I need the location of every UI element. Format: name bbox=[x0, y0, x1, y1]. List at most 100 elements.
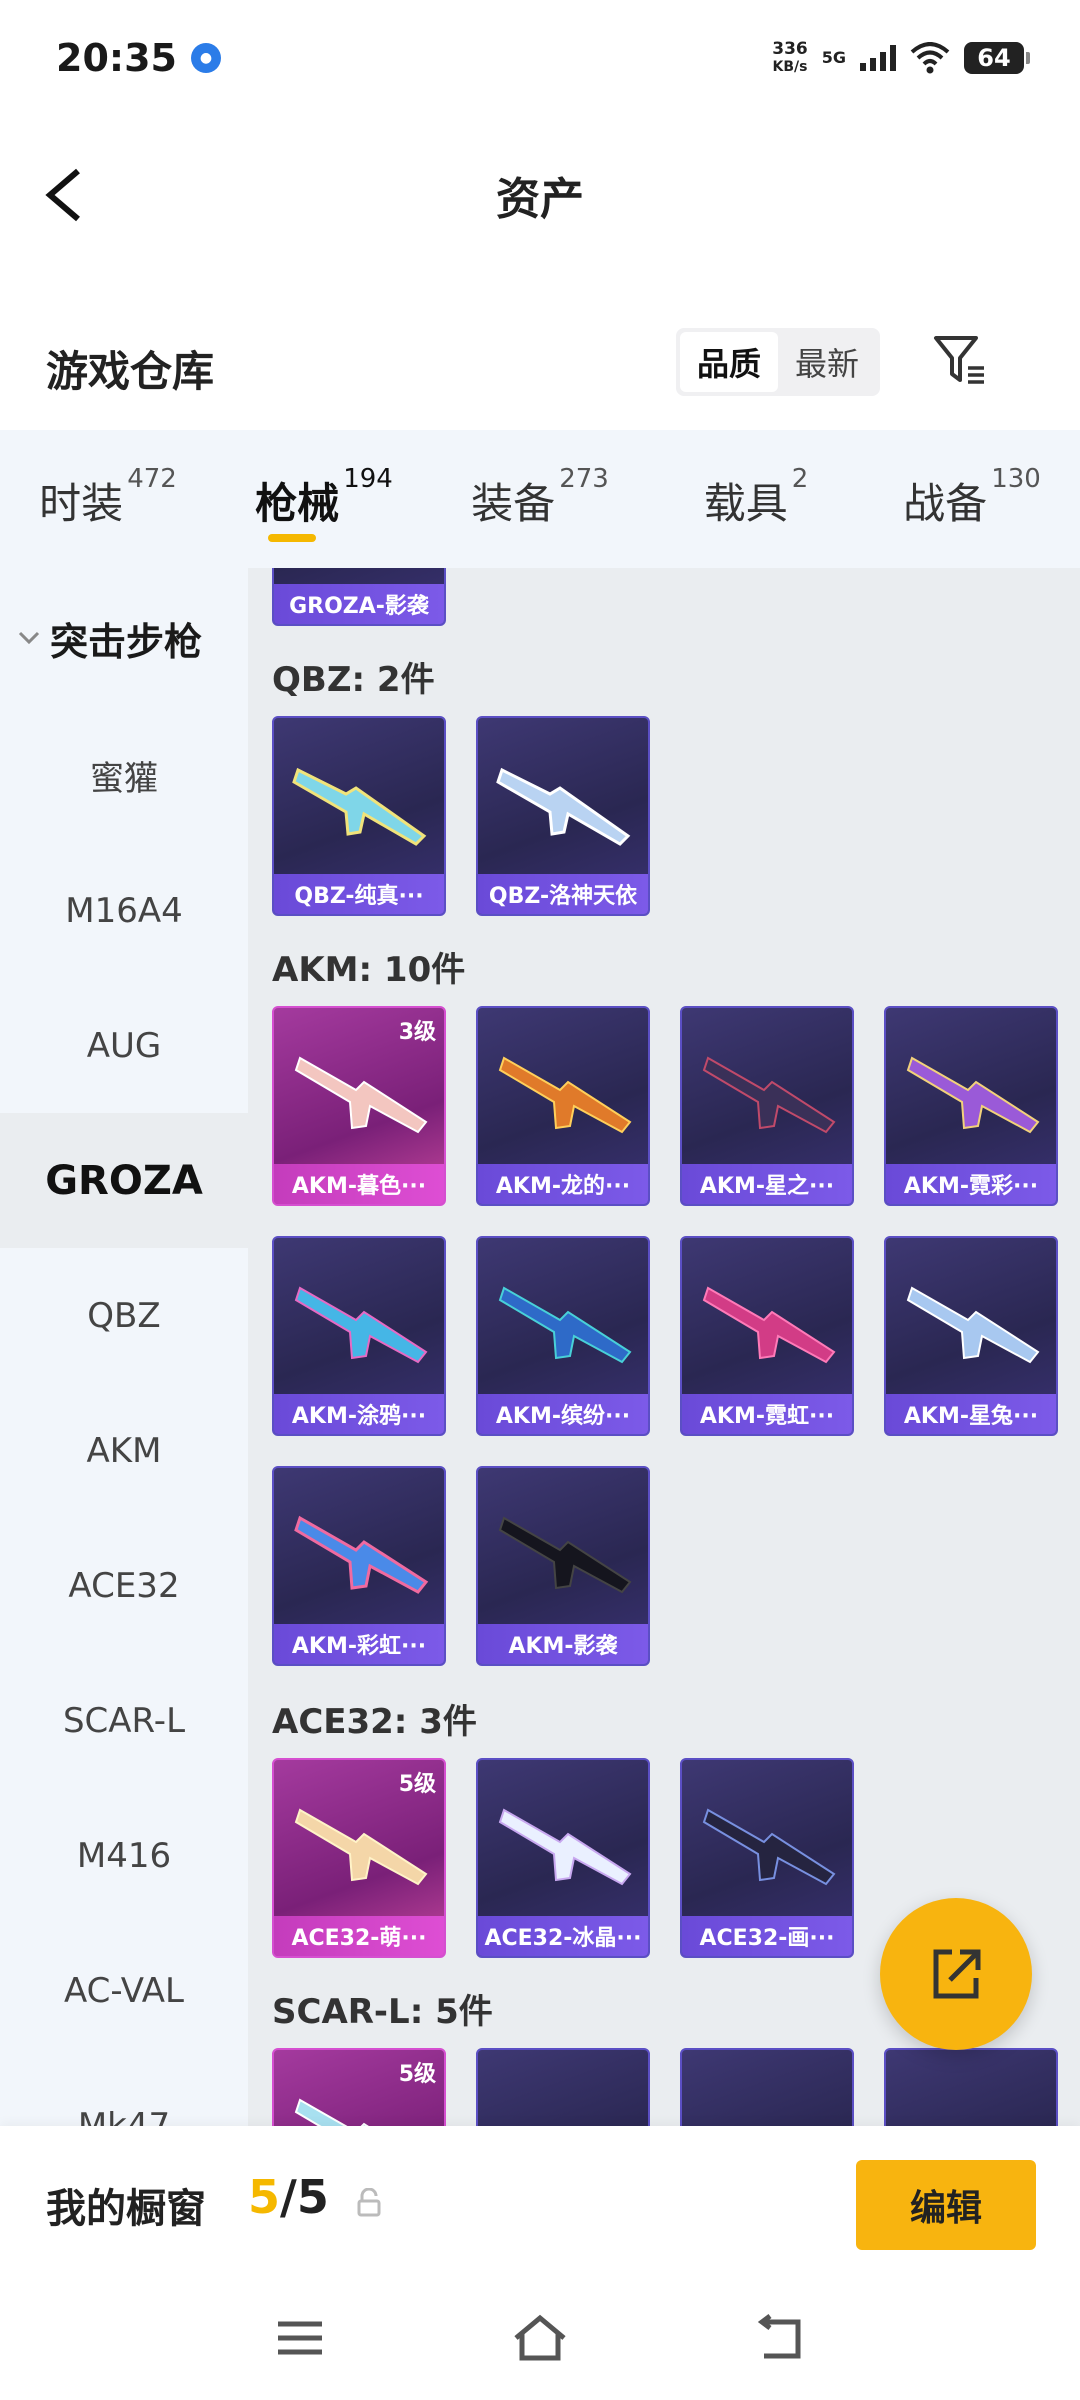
rifle-image bbox=[496, 767, 631, 846]
skin-card[interactable]: ACE32-冰晶··· bbox=[476, 1758, 650, 1958]
skin-card[interactable] bbox=[884, 2048, 1058, 2126]
skin-card-name: ACE32-萌··· bbox=[274, 1916, 444, 1956]
rifle-image bbox=[292, 767, 427, 846]
skin-card[interactable]: AKM-星兔··· bbox=[884, 1236, 1058, 1436]
skin-card[interactable]: AKM-彩虹··· bbox=[272, 1466, 446, 1666]
weapon-grid: GROZA-影袭 QBZ: 2件 QBZ-纯真··· QBZ-洛神天依 AKM:… bbox=[248, 568, 1080, 2126]
rifle-image bbox=[702, 1286, 836, 1364]
skin-card[interactable]: QBZ-洛神天依 bbox=[476, 716, 650, 916]
rifle-image bbox=[498, 1286, 632, 1364]
sidebar-item-ace32[interactable]: ACE32 bbox=[0, 1518, 248, 1653]
rifle-image bbox=[702, 1056, 836, 1134]
skin-card-name: AKM-彩虹··· bbox=[274, 1624, 444, 1664]
sidebar-item-qbz[interactable]: QBZ bbox=[0, 1248, 248, 1383]
rifle-image bbox=[294, 2098, 369, 2126]
skin-card-name: AKM-暮色··· bbox=[274, 1164, 444, 1204]
rifle-image bbox=[498, 1808, 632, 1886]
skin-card-name: AKM-星之··· bbox=[682, 1164, 852, 1204]
network-type: 5G bbox=[821, 48, 846, 67]
share-button[interactable] bbox=[880, 1898, 1032, 2050]
wifi-icon bbox=[910, 41, 950, 73]
skin-card-name: QBZ-洛神天依 bbox=[478, 874, 648, 914]
skin-card[interactable]: AKM-涂鸦··· bbox=[272, 1236, 446, 1436]
weapon-sidebar: 突击步枪 蜜獾 M16A4 AUG GROZA QBZ AKM ACE32 SC… bbox=[0, 568, 248, 2126]
network-speed: 336 KB/s bbox=[772, 38, 808, 75]
back-icon[interactable] bbox=[752, 2312, 808, 2364]
page-title: 资产 bbox=[496, 174, 584, 225]
sidebar-item-m416[interactable]: M416 bbox=[0, 1788, 248, 1923]
filter-icon[interactable] bbox=[930, 330, 990, 390]
sidebar-item-groza[interactable]: GROZA bbox=[0, 1113, 248, 1248]
section-title-scar-l: SCAR-L: 5件 bbox=[272, 1992, 493, 2032]
skin-card[interactable]: AKM-霓虹··· bbox=[680, 1236, 854, 1436]
tab-gear[interactable]: 战备 130 bbox=[864, 430, 1080, 568]
edit-button[interactable]: 编辑 bbox=[856, 2160, 1036, 2250]
skin-card[interactable]: 3级 AKM-暮色··· bbox=[272, 1006, 446, 1206]
rifle-image bbox=[498, 1056, 632, 1134]
sidebar-item-ac-val[interactable]: AC-VAL bbox=[0, 1923, 248, 2058]
tab-guns[interactable]: 枪械 194 bbox=[216, 430, 432, 568]
warehouse-header: 游戏仓库 品质 最新 bbox=[0, 320, 1080, 410]
sidebar-item-honey-badger[interactable]: 蜜獾 bbox=[0, 708, 248, 843]
rifle-image bbox=[294, 1056, 428, 1134]
home-icon[interactable] bbox=[512, 2312, 568, 2364]
rifle-image bbox=[294, 1515, 429, 1594]
skin-card[interactable]: 5级 bbox=[272, 2048, 446, 2126]
sidebar-item-m16a4[interactable]: M16A4 bbox=[0, 843, 248, 978]
app-notification-icon: ● bbox=[190, 42, 221, 73]
rifle-image bbox=[294, 1808, 428, 1886]
category-tabs: 时装 472 枪械 194 装备 273 载具 2 战备 130 bbox=[0, 430, 1080, 568]
tab-equipment[interactable]: 装备 273 bbox=[432, 430, 648, 568]
title-bar: 资产 bbox=[0, 115, 1080, 275]
sidebar-item-aug[interactable]: AUG bbox=[0, 978, 248, 1113]
skin-card-name: ACE32-冰晶··· bbox=[478, 1916, 648, 1956]
skin-card-name: AKM-涂鸦··· bbox=[274, 1394, 444, 1434]
sort-toggle: 品质 最新 bbox=[676, 328, 880, 396]
chevron-down-icon bbox=[18, 631, 40, 645]
skin-card[interactable]: AKM-影袭 bbox=[476, 1466, 650, 1666]
system-nav-bar bbox=[0, 2276, 1080, 2400]
tab-fashion[interactable]: 时装 472 bbox=[0, 430, 216, 568]
skin-card[interactable] bbox=[476, 2048, 650, 2126]
skin-card[interactable]: 5级 ACE32-萌··· bbox=[272, 1758, 446, 1958]
back-arrow-icon[interactable] bbox=[40, 165, 90, 225]
sort-latest-button[interactable]: 最新 bbox=[778, 332, 876, 392]
lock-icon[interactable] bbox=[356, 2188, 382, 2218]
signal-icon bbox=[860, 44, 896, 71]
skin-card[interactable]: QBZ-纯真··· bbox=[272, 716, 446, 916]
skin-card[interactable]: ACE32-画··· bbox=[680, 1758, 854, 1958]
skin-card[interactable] bbox=[680, 2048, 854, 2126]
tab-vehicles[interactable]: 载具 2 bbox=[648, 430, 864, 568]
skin-card-groza[interactable]: GROZA-影袭 bbox=[272, 568, 446, 626]
sidebar-item-scar-l[interactable]: SCAR-L bbox=[0, 1653, 248, 1788]
sidebar-group-assault-rifle[interactable]: 突击步枪 bbox=[0, 568, 248, 708]
skin-card[interactable]: AKM-缤纷··· bbox=[476, 1236, 650, 1436]
skin-card-name: ACE32-画··· bbox=[682, 1916, 852, 1956]
warehouse-title: 游戏仓库 bbox=[46, 347, 215, 396]
skin-card[interactable]: AKM-龙的··· bbox=[476, 1006, 650, 1206]
rifle-image bbox=[906, 1056, 1040, 1134]
battery-icon: 64 bbox=[964, 41, 1030, 74]
section-title-ace32: ACE32: 3件 bbox=[272, 1702, 477, 1742]
skin-card-name: QBZ-纯真··· bbox=[274, 874, 444, 914]
skin-card-name: AKM-龙的··· bbox=[478, 1164, 648, 1204]
sort-quality-button[interactable]: 品质 bbox=[680, 332, 778, 392]
showcase-bar: 我的橱窗 5/5 编辑 bbox=[0, 2126, 1080, 2276]
skin-card[interactable]: AKM-星之··· bbox=[680, 1006, 854, 1206]
rifle-image bbox=[906, 1286, 1040, 1364]
skin-card-name: AKM-影袭 bbox=[478, 1624, 648, 1664]
skin-card-name: AKM-霓虹··· bbox=[682, 1394, 852, 1434]
skin-card-name: AKM-霓彩··· bbox=[886, 1164, 1056, 1204]
share-icon bbox=[933, 1949, 981, 1999]
status-bar: 20:35 ● 336 KB/s 5G 64 bbox=[0, 0, 1080, 115]
sidebar-item-akm[interactable]: AKM bbox=[0, 1383, 248, 1518]
rifle-image bbox=[294, 1286, 428, 1364]
skin-card-name: AKM-星兔··· bbox=[886, 1394, 1056, 1434]
showcase-title: 我的橱窗 bbox=[46, 2186, 206, 2232]
skin-card[interactable]: AKM-霓彩··· bbox=[884, 1006, 1058, 1206]
rifle-image bbox=[702, 1808, 836, 1886]
sidebar-item-mk47[interactable]: Mk47 bbox=[0, 2058, 248, 2127]
section-title-akm: AKM: 10件 bbox=[272, 950, 466, 990]
section-title-qbz: QBZ: 2件 bbox=[272, 660, 435, 700]
menu-icon[interactable] bbox=[272, 2312, 328, 2364]
